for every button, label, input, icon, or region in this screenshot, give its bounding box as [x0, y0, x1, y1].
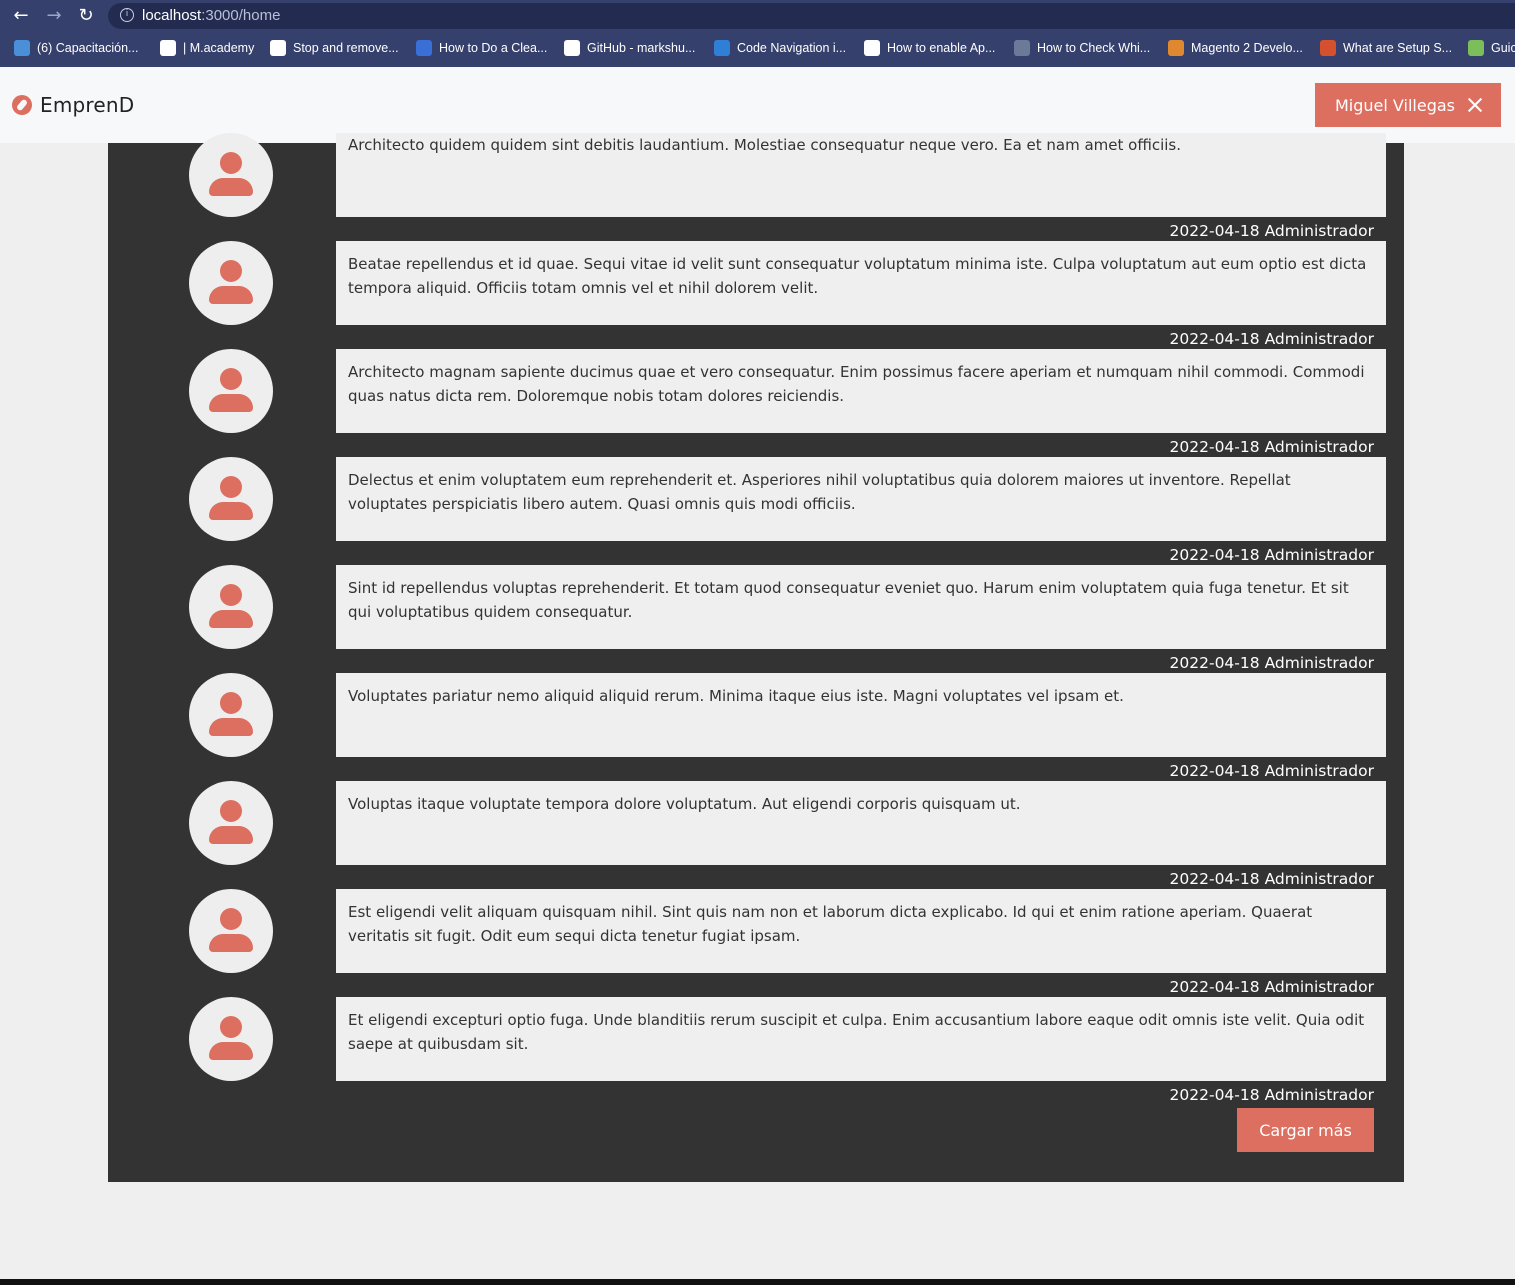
post-author: Administrador: [1264, 762, 1374, 780]
post-text: Architecto magnam sapiente ducimus quae …: [336, 349, 1386, 433]
post-author: Administrador: [1264, 546, 1374, 564]
bookmarks-bar: (6) Capacitación... | M.academy Stop and r…: [0, 36, 1515, 60]
bookmark-label: GitHub - markshu...: [587, 41, 696, 55]
posts-panel: Et eligendi excepturi optio fuga. Unde b…: [108, 133, 1404, 1182]
post-author: Administrador: [1264, 870, 1374, 888]
back-icon[interactable]: ←: [9, 4, 33, 28]
user-avatar-icon: [189, 673, 273, 757]
bookmark-item[interactable]: How to Do a Clea...: [416, 39, 547, 57]
post-meta: 2022-04-18 Administrador: [974, 545, 1374, 565]
bookmark-item[interactable]: What are Setup S...: [1320, 39, 1452, 57]
bookmark-label: How to enable Ap...: [887, 41, 996, 55]
post-text: Delectus et enim voluptatem eum reprehen…: [336, 457, 1386, 541]
post-author: Administrador: [1264, 438, 1374, 456]
browser-toolbar: ← → ↻ i localhost:3000/home (6) Capacita…: [0, 0, 1515, 67]
post-text: Voluptates pariatur nemo aliquid aliquid…: [336, 673, 1386, 757]
bookmark-favicon-icon: [14, 40, 30, 56]
bookmark-favicon-icon: [270, 40, 286, 56]
bookmark-favicon-icon: [1468, 40, 1484, 56]
post-date: 2022-04-18: [1169, 654, 1260, 672]
post-author: Administrador: [1264, 654, 1374, 672]
post-date: 2022-04-18: [1169, 978, 1260, 996]
user-avatar-icon: [189, 565, 273, 649]
close-icon: [1467, 97, 1483, 113]
bookmark-favicon-icon: [160, 40, 176, 56]
bookmark-item[interactable]: Code Navigation i...: [714, 39, 846, 57]
bookmark-label: | M.academy: [183, 41, 255, 55]
url-text[interactable]: localhost:3000/home: [142, 7, 280, 24]
post-text: Beatae repellendus et id quae. Sequi vit…: [336, 241, 1386, 325]
bookmark-favicon-icon: [1320, 40, 1336, 56]
bookmark-label: Guic: [1491, 41, 1515, 55]
post-text: Et eligendi excepturi optio fuga. Unde b…: [336, 997, 1386, 1081]
user-avatar-icon: [189, 457, 273, 541]
bookmark-item[interactable]: (6) Capacitación...: [14, 39, 138, 57]
post-meta: 2022-04-18 Administrador: [974, 869, 1374, 889]
post-text: Architecto quidem quidem sint debitis la…: [336, 133, 1386, 217]
post-date: 2022-04-18: [1169, 762, 1260, 780]
bookmark-item[interactable]: How to enable Ap...: [864, 39, 995, 57]
user-avatar-icon: [189, 781, 273, 865]
post-meta: 2022-04-18 Administrador: [974, 329, 1374, 349]
user-avatar-icon: [189, 889, 273, 973]
bookmark-item[interactable]: Stop and remove...: [270, 39, 399, 57]
bookmark-item[interactable]: | M.academy: [160, 39, 254, 57]
bookmark-favicon-icon: [1168, 40, 1184, 56]
bookmark-item[interactable]: How to Check Whi...: [1014, 39, 1150, 57]
site-info-icon[interactable]: i: [120, 8, 134, 22]
post-meta: 2022-04-18 Administrador: [974, 1085, 1374, 1105]
bookmark-label: (6) Capacitación...: [37, 41, 139, 55]
user-avatar-icon: [189, 241, 273, 325]
bookmark-label: Stop and remove...: [293, 41, 399, 55]
post-date: 2022-04-18: [1169, 222, 1260, 240]
post-meta: 2022-04-18 Administrador: [974, 653, 1374, 673]
post-meta: 2022-04-18 Administrador: [974, 977, 1374, 997]
address-bar[interactable]: i localhost:3000/home: [108, 3, 1515, 29]
post-date: 2022-04-18: [1169, 330, 1260, 348]
user-avatar-icon: [189, 133, 273, 217]
bookmark-label: Magento 2 Develo...: [1191, 41, 1303, 55]
user-avatar-icon: [189, 349, 273, 433]
forward-icon[interactable]: →: [42, 4, 66, 28]
load-more-button[interactable]: Cargar más: [1237, 1108, 1374, 1152]
window-bottom-edge: [0, 1279, 1515, 1285]
bookmark-label: How to Do a Clea...: [439, 41, 548, 55]
post-meta: 2022-04-18 Administrador: [974, 221, 1374, 241]
bookmark-item[interactable]: GitHub - markshu...: [564, 39, 695, 57]
compass-icon: [12, 95, 32, 115]
bookmark-label: What are Setup S...: [1343, 41, 1453, 55]
post-author: Administrador: [1264, 330, 1374, 348]
post-date: 2022-04-18: [1169, 438, 1260, 456]
post-date: 2022-04-18: [1169, 1086, 1260, 1104]
post-text: Est eligendi velit aliquam quisquam nihi…: [336, 889, 1386, 973]
reload-icon[interactable]: ↻: [74, 4, 98, 28]
post-author: Administrador: [1264, 1086, 1374, 1104]
post-text: Sint id repellendus voluptas reprehender…: [336, 565, 1386, 649]
bookmark-favicon-icon: [1014, 40, 1030, 56]
user-avatar-icon: [189, 997, 273, 1081]
bookmark-favicon-icon: [564, 40, 580, 56]
bookmark-label: How to Check Whi...: [1037, 41, 1151, 55]
bookmark-favicon-icon: [864, 40, 880, 56]
post-text: Voluptas itaque voluptate tempora dolore…: [336, 781, 1386, 865]
post-meta: 2022-04-18 Administrador: [974, 761, 1374, 781]
bookmark-label: Code Navigation i...: [737, 41, 847, 55]
post-date: 2022-04-18: [1169, 546, 1260, 564]
bookmark-item[interactable]: Magento 2 Develo...: [1168, 39, 1303, 57]
bookmark-favicon-icon: [714, 40, 730, 56]
bookmark-item[interactable]: Guic: [1468, 39, 1515, 57]
post-meta: 2022-04-18 Administrador: [974, 437, 1374, 457]
post-date: 2022-04-18: [1169, 870, 1260, 888]
post-author: Administrador: [1264, 978, 1374, 996]
bookmark-favicon-icon: [416, 40, 432, 56]
post-item: Architecto quidem quidem sint debitis la…: [108, 76, 1404, 240]
post-author: Administrador: [1264, 222, 1374, 240]
